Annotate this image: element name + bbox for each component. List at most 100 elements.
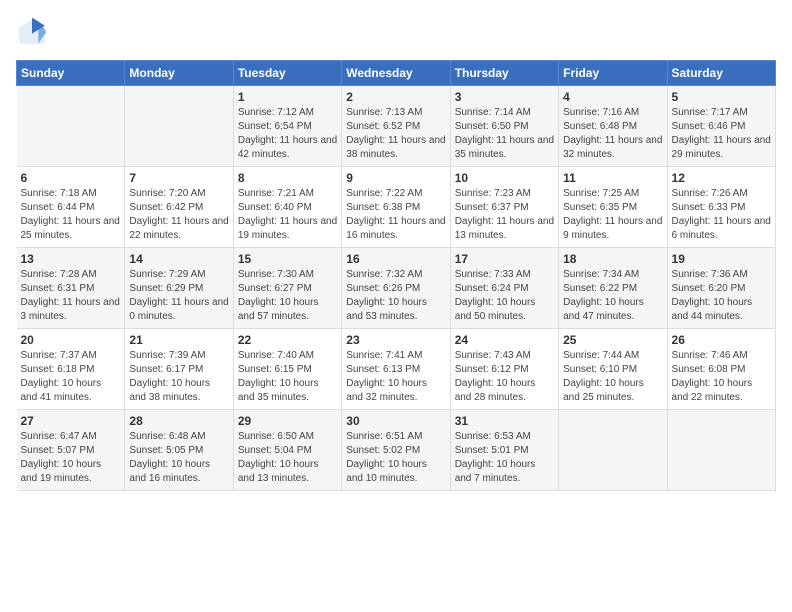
day-number: 30 xyxy=(346,414,445,428)
day-number: 16 xyxy=(346,252,445,266)
day-cell: 17 Sunrise: 7:33 AM Sunset: 6:24 PM Dayli… xyxy=(450,248,558,329)
day-number: 26 xyxy=(672,333,771,347)
day-number: 19 xyxy=(672,252,771,266)
day-info: Sunrise: 7:33 AM Sunset: 6:24 PM Dayligh… xyxy=(455,268,554,324)
day-info: Sunrise: 7:18 AM Sunset: 6:44 PM Dayligh… xyxy=(21,187,121,243)
day-number: 15 xyxy=(238,252,337,266)
day-info: Sunrise: 7:21 AM Sunset: 6:40 PM Dayligh… xyxy=(238,187,337,243)
day-cell: 19 Sunrise: 7:36 AM Sunset: 6:20 PM Dayli… xyxy=(667,248,775,329)
calendar-table: SundayMondayTuesdayWednesdayThursdayFrid… xyxy=(16,60,776,491)
day-info: Sunrise: 7:46 AM Sunset: 6:08 PM Dayligh… xyxy=(672,349,771,405)
day-number: 2 xyxy=(346,90,445,104)
day-info: Sunrise: 7:34 AM Sunset: 6:22 PM Dayligh… xyxy=(563,268,662,324)
day-cell: 23 Sunrise: 7:41 AM Sunset: 6:13 PM Dayli… xyxy=(342,329,450,410)
day-cell: 24 Sunrise: 7:43 AM Sunset: 6:12 PM Dayli… xyxy=(450,329,558,410)
header-cell-friday: Friday xyxy=(559,61,667,86)
day-number: 4 xyxy=(563,90,662,104)
week-row-3: 13 Sunrise: 7:28 AM Sunset: 6:31 PM Dayli… xyxy=(17,248,776,329)
calendar-body: 1 Sunrise: 7:12 AM Sunset: 6:54 PM Daylig… xyxy=(17,86,776,491)
header-cell-tuesday: Tuesday xyxy=(233,61,341,86)
day-number: 20 xyxy=(21,333,121,347)
day-number: 9 xyxy=(346,171,445,185)
day-cell: 11 Sunrise: 7:25 AM Sunset: 6:35 PM Dayli… xyxy=(559,167,667,248)
day-info: Sunrise: 7:16 AM Sunset: 6:48 PM Dayligh… xyxy=(563,106,662,162)
day-number: 17 xyxy=(455,252,554,266)
week-row-2: 6 Sunrise: 7:18 AM Sunset: 6:44 PM Daylig… xyxy=(17,167,776,248)
day-cell: 5Sunrise: 7:17 AM Sunset: 6:46 PM Daylig… xyxy=(667,86,775,167)
day-cell xyxy=(559,410,667,491)
day-info: Sunrise: 7:17 AM Sunset: 6:46 PM Dayligh… xyxy=(672,106,771,162)
day-number: 14 xyxy=(129,252,228,266)
day-number: 7 xyxy=(129,171,228,185)
day-cell xyxy=(667,410,775,491)
header-cell-sunday: Sunday xyxy=(17,61,125,86)
day-cell: 1 Sunrise: 7:12 AM Sunset: 6:54 PM Daylig… xyxy=(233,86,341,167)
day-info: Sunrise: 7:26 AM Sunset: 6:33 PM Dayligh… xyxy=(672,187,771,243)
day-cell: 6 Sunrise: 7:18 AM Sunset: 6:44 PM Daylig… xyxy=(17,167,125,248)
day-cell: 10 Sunrise: 7:23 AM Sunset: 6:37 PM Dayli… xyxy=(450,167,558,248)
day-info: Sunrise: 7:37 AM Sunset: 6:18 PM Dayligh… xyxy=(21,349,121,405)
logo-icon xyxy=(16,16,48,48)
day-info: Sunrise: 7:41 AM Sunset: 6:13 PM Dayligh… xyxy=(346,349,445,405)
day-cell: 9 Sunrise: 7:22 AM Sunset: 6:38 PM Daylig… xyxy=(342,167,450,248)
day-info: Sunrise: 7:44 AM Sunset: 6:10 PM Dayligh… xyxy=(563,349,662,405)
day-number: 24 xyxy=(455,333,554,347)
day-info: Sunrise: 7:43 AM Sunset: 6:12 PM Dayligh… xyxy=(455,349,554,405)
day-number: 31 xyxy=(455,414,554,428)
day-info: Sunrise: 7:40 AM Sunset: 6:15 PM Dayligh… xyxy=(238,349,337,405)
day-info: Sunrise: 6:53 AM Sunset: 5:01 PM Dayligh… xyxy=(455,430,554,486)
day-cell: 2 Sunrise: 7:13 AM Sunset: 6:52 PM Daylig… xyxy=(342,86,450,167)
day-info: Sunrise: 7:12 AM Sunset: 6:54 PM Dayligh… xyxy=(238,106,337,162)
day-cell: 16Sunrise: 7:32 AM Sunset: 6:26 PM Dayli… xyxy=(342,248,450,329)
page-header xyxy=(16,16,776,48)
day-number: 8 xyxy=(238,171,337,185)
day-number: 12 xyxy=(672,171,771,185)
day-info: Sunrise: 7:13 AM Sunset: 6:52 PM Dayligh… xyxy=(346,106,445,162)
day-cell: 20 Sunrise: 7:37 AM Sunset: 6:18 PM Dayli… xyxy=(17,329,125,410)
day-cell: 7 Sunrise: 7:20 AM Sunset: 6:42 PM Daylig… xyxy=(125,167,233,248)
day-info: Sunrise: 6:50 AM Sunset: 5:04 PM Dayligh… xyxy=(238,430,337,486)
day-number: 1 xyxy=(238,90,337,104)
day-info: Sunrise: 7:20 AM Sunset: 6:42 PM Dayligh… xyxy=(129,187,228,243)
day-cell: 31 Sunrise: 6:53 AM Sunset: 5:01 PM Dayli… xyxy=(450,410,558,491)
day-info: Sunrise: 6:51 AM Sunset: 5:02 PM Dayligh… xyxy=(346,430,445,486)
day-number: 25 xyxy=(563,333,662,347)
day-cell: 30 Sunrise: 6:51 AM Sunset: 5:02 PM Dayli… xyxy=(342,410,450,491)
week-row-5: 27 Sunrise: 6:47 AM Sunset: 5:07 PM Dayli… xyxy=(17,410,776,491)
day-cell: 14 Sunrise: 7:29 AM Sunset: 6:29 PM Dayli… xyxy=(125,248,233,329)
day-number: 18 xyxy=(563,252,662,266)
day-cell: 29 Sunrise: 6:50 AM Sunset: 5:04 PM Dayli… xyxy=(233,410,341,491)
day-number: 6 xyxy=(21,171,121,185)
day-cell: 18 Sunrise: 7:34 AM Sunset: 6:22 PM Dayli… xyxy=(559,248,667,329)
day-info: Sunrise: 7:28 AM Sunset: 6:31 PM Dayligh… xyxy=(21,268,121,324)
day-info: Sunrise: 7:23 AM Sunset: 6:37 PM Dayligh… xyxy=(455,187,554,243)
header-cell-saturday: Saturday xyxy=(667,61,775,86)
day-info: Sunrise: 6:48 AM Sunset: 5:05 PM Dayligh… xyxy=(129,430,228,486)
week-row-1: 1 Sunrise: 7:12 AM Sunset: 6:54 PM Daylig… xyxy=(17,86,776,167)
day-info: Sunrise: 7:25 AM Sunset: 6:35 PM Dayligh… xyxy=(563,187,662,243)
day-cell: 12 Sunrise: 7:26 AM Sunset: 6:33 PM Dayli… xyxy=(667,167,775,248)
day-info: Sunrise: 7:36 AM Sunset: 6:20 PM Dayligh… xyxy=(672,268,771,324)
day-cell: 25 Sunrise: 7:44 AM Sunset: 6:10 PM Dayli… xyxy=(559,329,667,410)
day-info: Sunrise: 7:30 AM Sunset: 6:27 PM Dayligh… xyxy=(238,268,337,324)
day-number: 28 xyxy=(129,414,228,428)
day-info: Sunrise: 7:29 AM Sunset: 6:29 PM Dayligh… xyxy=(129,268,228,324)
day-number: 11 xyxy=(563,171,662,185)
day-info: Sunrise: 7:22 AM Sunset: 6:38 PM Dayligh… xyxy=(346,187,445,243)
calendar-header: SundayMondayTuesdayWednesdayThursdayFrid… xyxy=(17,61,776,86)
day-number: 21 xyxy=(129,333,228,347)
day-number: 13 xyxy=(21,252,121,266)
day-cell: 8 Sunrise: 7:21 AM Sunset: 6:40 PM Daylig… xyxy=(233,167,341,248)
day-cell: 21Sunrise: 7:39 AM Sunset: 6:17 PM Dayli… xyxy=(125,329,233,410)
day-cell: 22 Sunrise: 7:40 AM Sunset: 6:15 PM Dayli… xyxy=(233,329,341,410)
day-number: 22 xyxy=(238,333,337,347)
day-number: 27 xyxy=(21,414,121,428)
day-cell: 27 Sunrise: 6:47 AM Sunset: 5:07 PM Dayli… xyxy=(17,410,125,491)
day-number: 29 xyxy=(238,414,337,428)
day-cell: 15 Sunrise: 7:30 AM Sunset: 6:27 PM Dayli… xyxy=(233,248,341,329)
day-info: Sunrise: 7:14 AM Sunset: 6:50 PM Dayligh… xyxy=(455,106,554,162)
day-cell: 28 Sunrise: 6:48 AM Sunset: 5:05 PM Dayli… xyxy=(125,410,233,491)
day-number: 23 xyxy=(346,333,445,347)
day-number: 10 xyxy=(455,171,554,185)
day-info: Sunrise: 6:47 AM Sunset: 5:07 PM Dayligh… xyxy=(21,430,121,486)
